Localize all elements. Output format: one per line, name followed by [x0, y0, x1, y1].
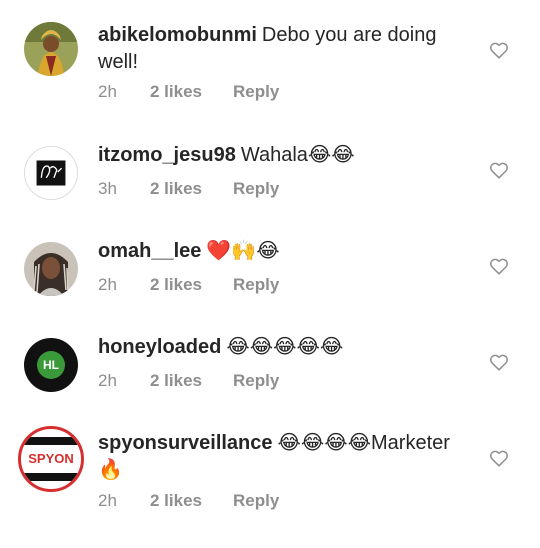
comment-username[interactable]: honeyloaded [98, 336, 221, 358]
comment-username[interactable]: itzomo_jesu98 [98, 144, 236, 166]
comment-likes[interactable]: 2 likes [150, 82, 233, 102]
comment-likes[interactable]: 2 likes [150, 371, 233, 391]
avatar-omah-lee [24, 242, 78, 296]
heart-icon[interactable] [488, 39, 510, 61]
comment-likes[interactable]: 2 likes [150, 179, 233, 199]
avatar-itzomo [25, 147, 77, 199]
comment-likes[interactable]: 2 likes [150, 275, 233, 295]
avatar[interactable] [24, 242, 78, 296]
avatar-honeyloaded: HL [37, 351, 65, 379]
comment-time: 2h [98, 275, 117, 294]
heart-icon[interactable] [488, 159, 510, 181]
comment-time: 2h [98, 371, 117, 390]
comment-time: 3h [98, 179, 117, 198]
comment-username[interactable]: omah__lee [98, 240, 201, 262]
heart-icon[interactable] [488, 447, 510, 469]
avatar[interactable] [24, 146, 78, 200]
avatar-abikelomobunmi [24, 22, 78, 76]
comment-username[interactable]: spyonsurveillance [98, 432, 273, 454]
comment-time: 2h [98, 491, 117, 510]
reply-button[interactable]: Reply [233, 82, 279, 102]
honeyloaded-logo-text: HL [43, 358, 59, 372]
comment-text: ❤️🙌😂 [206, 240, 280, 262]
comment-text: 😂😂😂😂😂 [226, 336, 344, 358]
avatar[interactable]: HL [24, 338, 78, 392]
reply-button[interactable]: Reply [233, 491, 279, 511]
comment-likes[interactable]: 2 likes [150, 491, 233, 511]
avatar[interactable] [24, 22, 78, 76]
comment-time: 2h [98, 82, 117, 101]
comment-text: Wahala😂😂 [240, 144, 355, 166]
heart-icon[interactable] [488, 351, 510, 373]
reply-button[interactable]: Reply [233, 179, 279, 199]
avatar[interactable]: SPYON [18, 426, 84, 492]
avatar-spyonsurveillance: SPYON [21, 429, 81, 489]
reply-button[interactable]: Reply [233, 275, 279, 295]
reply-button[interactable]: Reply [233, 371, 279, 391]
comment-username[interactable]: abikelomobunmi [98, 24, 257, 46]
spyon-logo-text: SPYON [28, 451, 74, 466]
heart-icon[interactable] [488, 255, 510, 277]
